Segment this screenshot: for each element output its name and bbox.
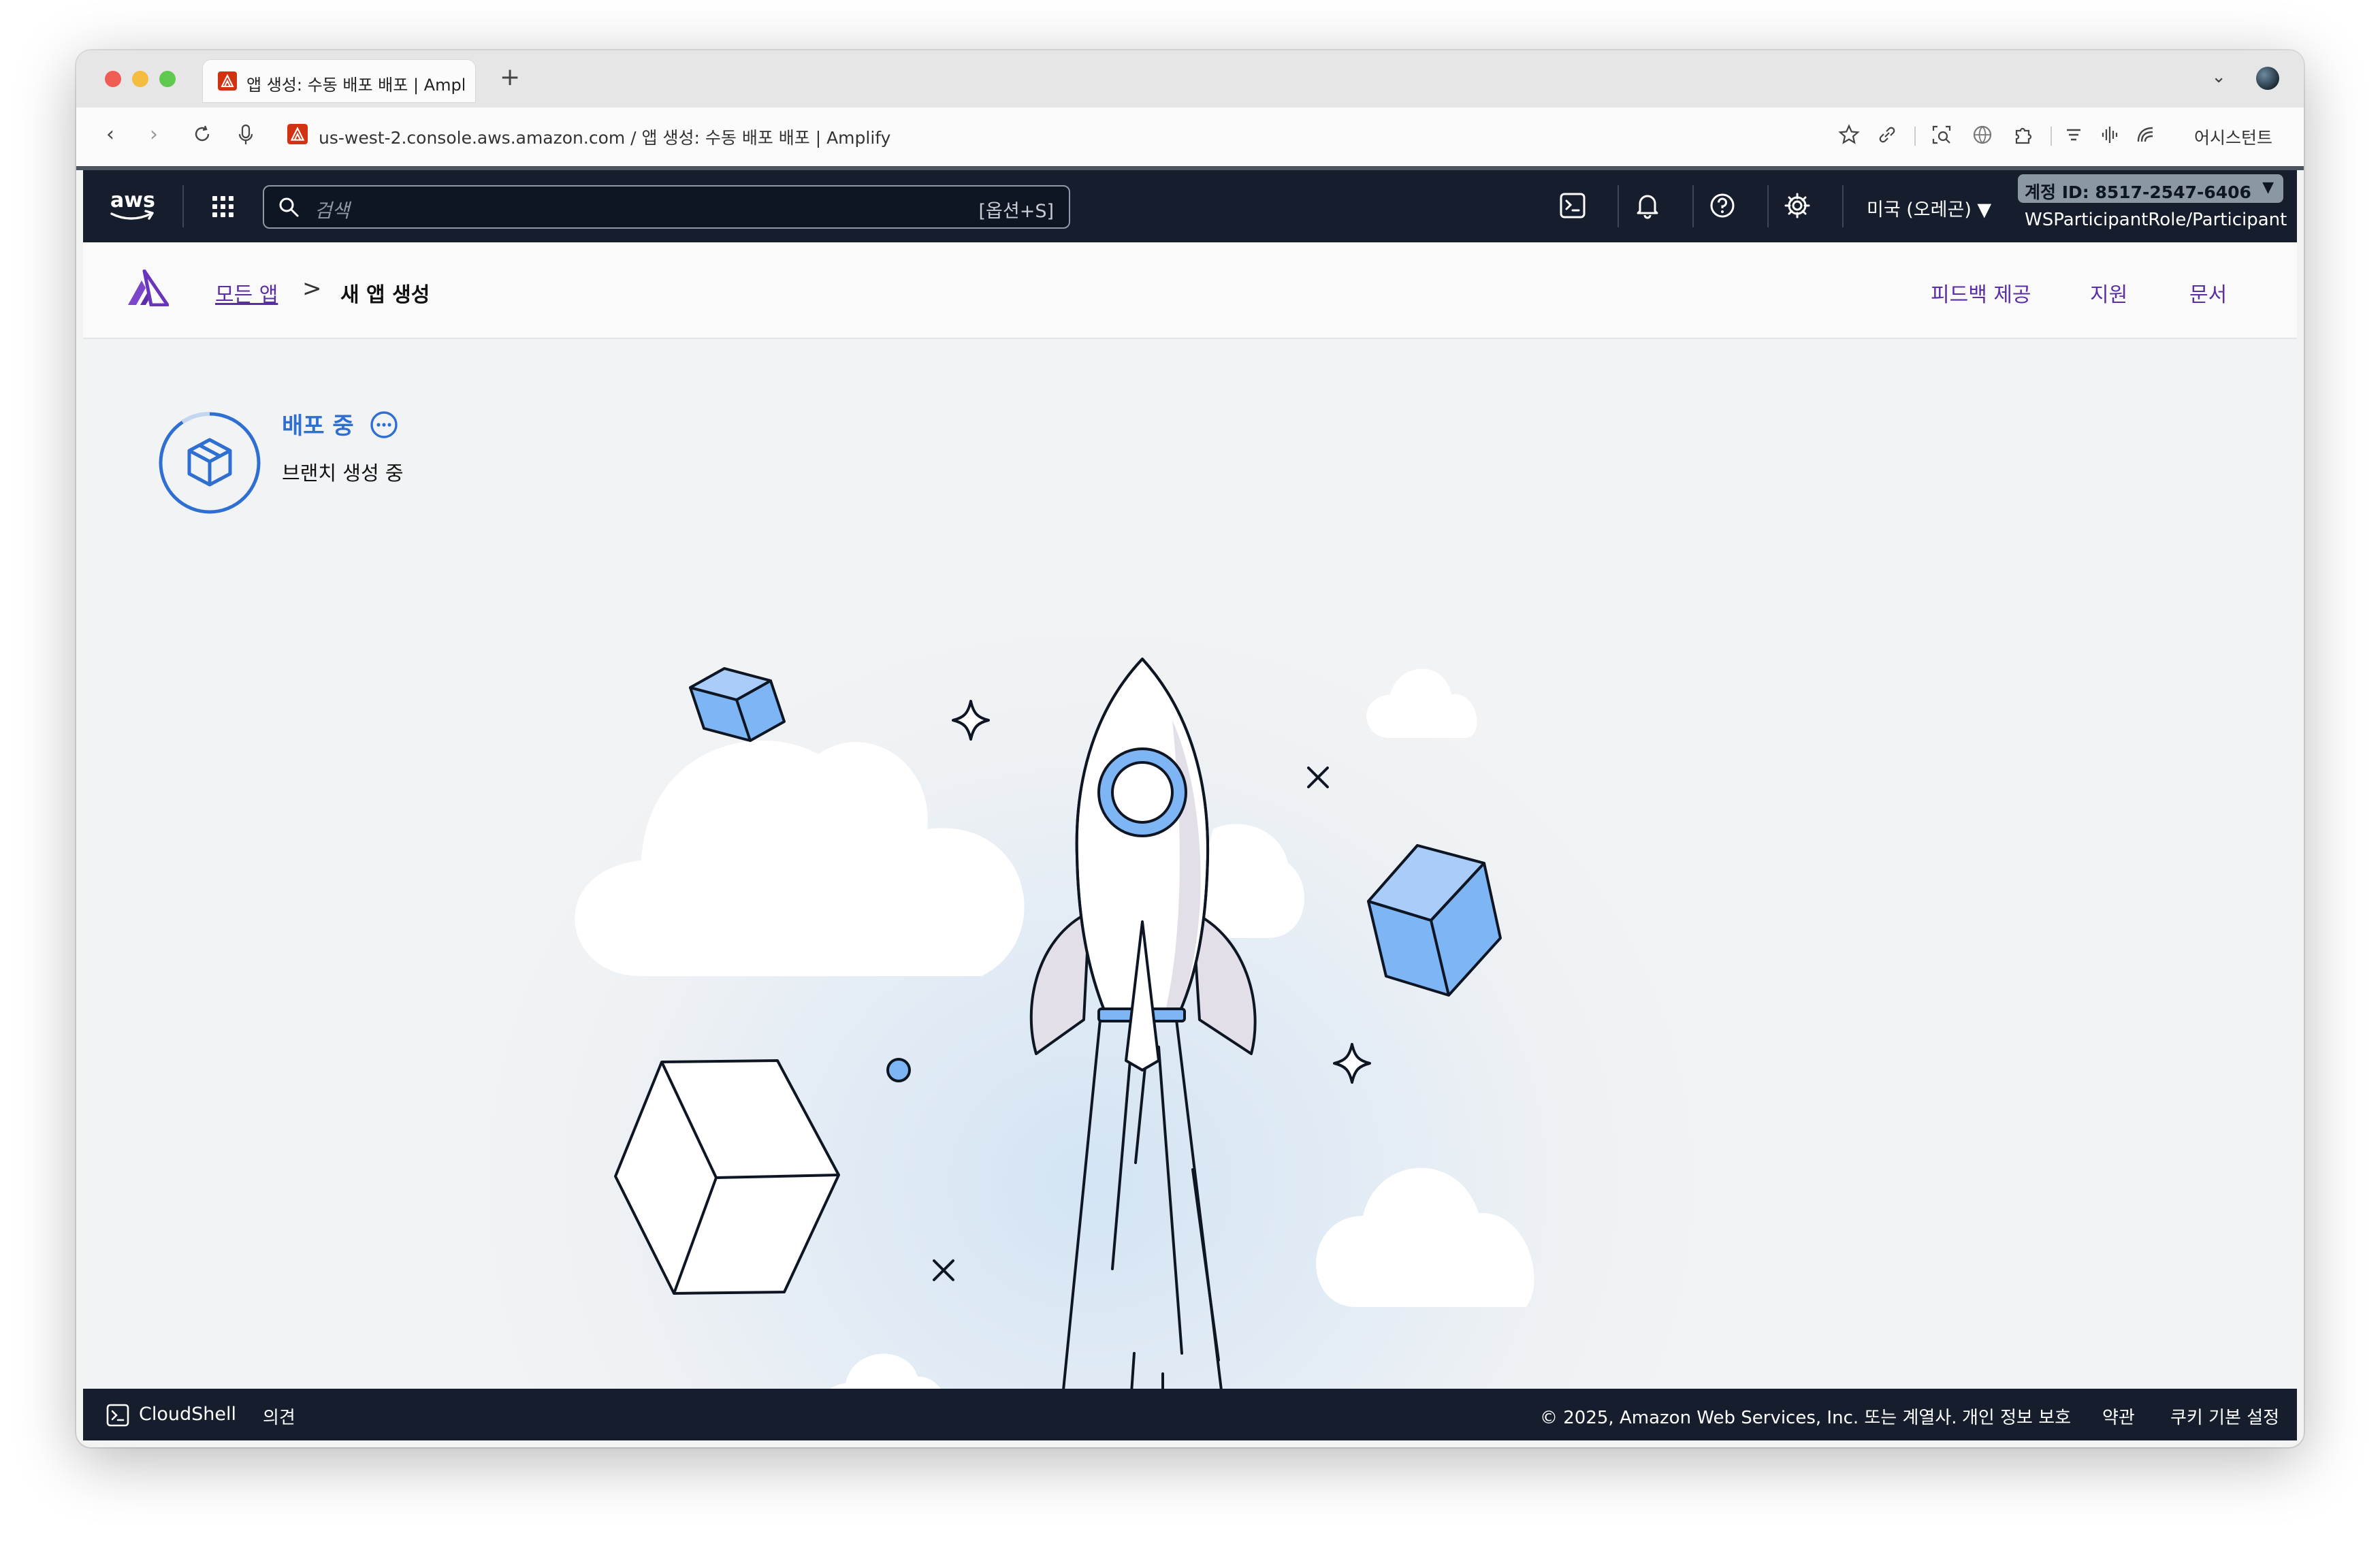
browser-tab[interactable]: 앱 생성: 수동 배포 배포 | Amplify <box>203 60 475 102</box>
search-input[interactable]: 검색 [옵션+S] <box>263 185 1070 229</box>
cloudshell-icon[interactable] <box>106 1404 129 1427</box>
white-cube <box>614 1059 840 1295</box>
forward-icon[interactable]: › <box>150 123 158 146</box>
nav-divider <box>1692 185 1694 227</box>
aws-top-nav: aws 검색 [옵션+S] 미국 (오레곤) ▼ 계정 ID: 8517-254… <box>83 170 2297 242</box>
privacy-link[interactable]: 개인 정보 보호 <box>1962 1404 2071 1429</box>
search-shortcut: [옵션+S] <box>978 201 1054 222</box>
tab-list-chevron-icon[interactable]: ⌄ <box>2211 67 2226 87</box>
nav-divider <box>1618 185 1619 227</box>
url-host: us-west-2.console.aws.amazon.com <box>319 128 626 148</box>
address-bar: ‹ › us-west-2.console.aws.amazon.com / 앱… <box>76 108 2304 170</box>
blue-cube <box>1367 844 1502 997</box>
toolbar-divider <box>1914 127 1916 146</box>
docs-link[interactable]: 문서 <box>2189 278 2227 308</box>
site-favicon-icon <box>287 124 308 144</box>
nav-divider <box>182 185 184 227</box>
blue-cube <box>689 667 786 742</box>
maximize-window-button[interactable] <box>159 71 176 87</box>
puzzle-extension-icon[interactable] <box>2011 123 2036 147</box>
search-icon <box>279 197 299 217</box>
nav-divider <box>1842 185 1844 227</box>
svg-text:aws: aws <box>110 189 155 212</box>
console-footer: CloudShell 의견 © 2025, Amazon Web Service… <box>83 1389 2297 1440</box>
extension-globe-icon[interactable] <box>1970 123 1995 147</box>
aws-logo[interactable]: aws <box>108 187 158 225</box>
new-tab-button[interactable]: + <box>500 64 520 91</box>
bookmark-star-icon[interactable] <box>1837 123 1861 147</box>
amplify-logo[interactable] <box>127 270 169 306</box>
footer-feedback-link[interactable]: 의견 <box>263 1404 295 1429</box>
account-id: 계정 ID: 8517-2547-6406 <box>2025 182 2251 202</box>
lens-search-icon[interactable] <box>1929 123 1954 147</box>
toolbar-divider <box>2051 127 2052 146</box>
account-menu[interactable]: 계정 ID: 8517-2547-6406 ▼ <box>2018 174 2283 203</box>
tab-title: 앱 생성: 수동 배포 배포 | Amplify <box>246 76 464 95</box>
url-field[interactable]: us-west-2.console.aws.amazon.com / 앱 생성:… <box>319 125 890 149</box>
cloud <box>1316 1167 1534 1307</box>
reload-icon[interactable] <box>192 124 212 144</box>
url-path: / 앱 생성: 수동 배포 배포 | Amplify <box>625 128 891 148</box>
gear-icon[interactable] <box>1782 191 1812 221</box>
cookie-preferences-link[interactable]: 쿠키 기본 설정 <box>2170 1404 2279 1429</box>
breadcrumb: 모든 앱 > 새 앱 생성 피드백 제공 지원 문서 <box>83 242 2297 339</box>
assistant-icon <box>2137 127 2153 142</box>
feedback-link[interactable]: 피드백 제공 <box>1931 278 2031 308</box>
nav-divider <box>1767 185 1769 227</box>
back-icon[interactable]: ‹ <box>106 123 114 146</box>
breadcrumb-current: 새 앱 생성 <box>340 283 430 307</box>
account-dropdown-icon: ▼ <box>2262 179 2274 196</box>
copyright-text: © 2025, Amazon Web Services, Inc. 또는 계열사… <box>1540 1408 1957 1428</box>
reading-list-icon[interactable] <box>2061 123 2086 147</box>
browser-window: 앱 생성: 수동 배포 배포 | Amplify + ⌄ ‹ › us-west… <box>76 50 2304 1447</box>
bell-icon[interactable] <box>1633 191 1662 221</box>
rocket-trail <box>1062 1018 1223 1389</box>
microphone-icon[interactable] <box>237 124 255 146</box>
cloud <box>1366 668 1477 738</box>
tab-bar: 앱 생성: 수동 배포 배포 | Amplify + ⌄ <box>76 50 2304 108</box>
close-window-button[interactable] <box>105 71 121 87</box>
deploy-status-panel: 배포 중 브랜치 생성 중 <box>83 339 2297 1389</box>
help-icon[interactable] <box>1707 191 1737 221</box>
terms-link[interactable]: 약관 <box>2102 1404 2135 1429</box>
role-name[interactable]: WSParticipantRole/Participant <box>2025 210 2287 230</box>
minimize-window-button[interactable] <box>132 71 148 87</box>
profile-avatar[interactable] <box>2256 67 2279 90</box>
planet-dot <box>886 1058 911 1082</box>
cloud <box>575 740 1025 976</box>
support-link[interactable]: 지원 <box>2090 278 2127 308</box>
amplify-favicon-icon <box>218 71 237 91</box>
cloud <box>831 1353 941 1389</box>
assistant-button[interactable]: 어시스턴트 <box>2194 125 2272 149</box>
region-selector[interactable]: 미국 (오레곤) ▼ <box>1867 195 1991 221</box>
apps-grid-icon[interactable] <box>211 195 236 219</box>
cloudshell-button[interactable]: CloudShell <box>139 1404 236 1425</box>
breadcrumb-separator: > <box>302 275 322 302</box>
cloudshell-icon[interactable] <box>1558 191 1588 221</box>
audio-wave-icon[interactable] <box>2098 123 2123 147</box>
rocket-illustration <box>575 658 1534 1389</box>
search-placeholder: 검색 <box>315 199 350 222</box>
link-icon[interactable] <box>1875 123 1899 147</box>
breadcrumb-all-apps-link[interactable]: 모든 앱 <box>215 278 278 308</box>
